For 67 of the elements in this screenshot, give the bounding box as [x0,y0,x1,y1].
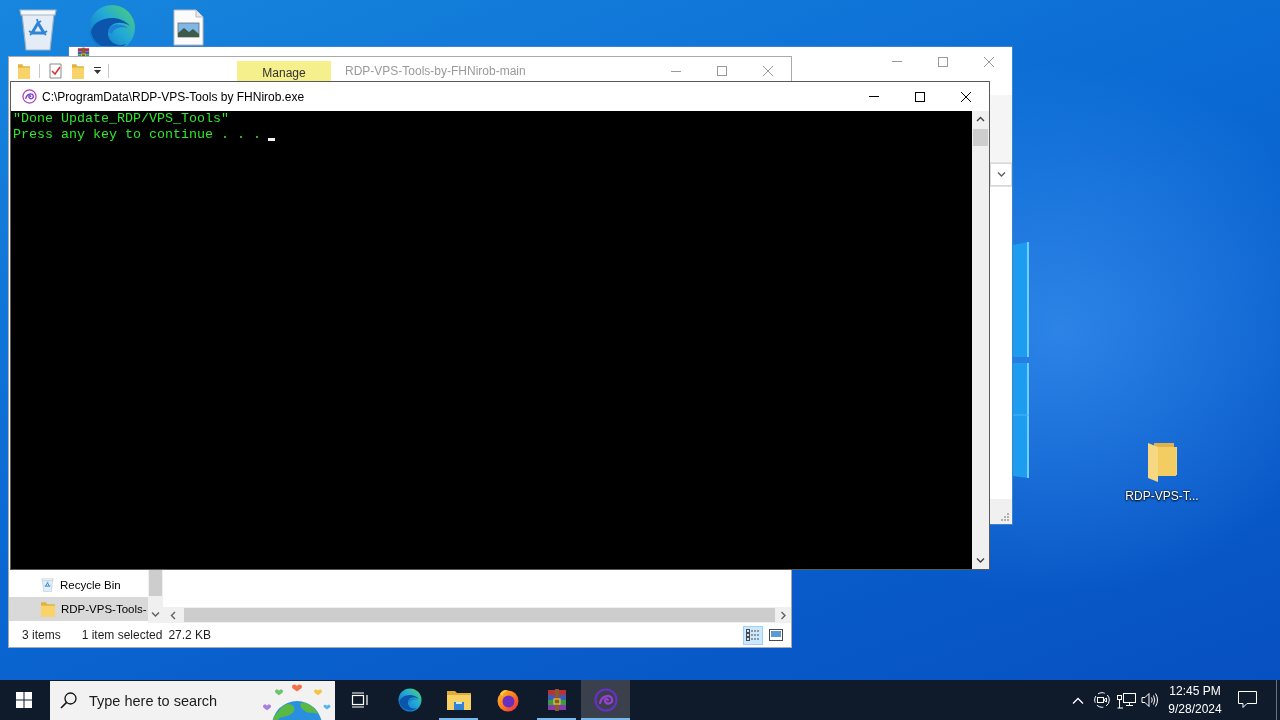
vertical-scrollbar[interactable] [972,111,989,569]
volume-icon [1141,692,1159,708]
selection-status: 1 item selected [81,628,163,642]
recycle-bin-icon[interactable] [18,8,58,51]
window-title: RDP-VPS-Tools-by-FHNirob-main [345,64,526,78]
image-file-icon[interactable] [170,9,206,46]
navigation-item-label: Recycle Bin [60,579,121,591]
scrollbar-thumb[interactable] [149,569,162,596]
dropdown-button[interactable] [990,163,1012,186]
cursor-icon [267,138,275,141]
minimize-icon [869,96,879,97]
caret-icon [93,67,102,75]
details-list-icon [746,628,760,642]
app-button[interactable] [581,680,630,720]
properties-button[interactable] [49,63,62,79]
selection-size: 27.2 KB [168,628,212,642]
scrollbar-thumb[interactable] [184,608,775,622]
folder-icon [72,63,84,79]
network-icon [1116,691,1136,709]
navigation-item-label: RDP-VPS-Tools- [61,603,147,615]
close-icon [763,66,773,76]
window-title: C:\ProgramData\RDP-VPS-Tools by FHNirob.exe [42,89,305,104]
chevron-down-icon [151,611,160,618]
browser-icon [397,688,422,712]
notification-icon [1237,691,1257,709]
console-text: "Done Update_RDP/VPS_Tools" [13,111,229,127]
chevron-up-icon [976,116,985,123]
camera-icon [1094,691,1110,709]
details-view-button[interactable] [743,625,763,645]
close-icon [984,56,994,67]
folder-icon [445,689,472,711]
item-count: 3 items [22,628,61,642]
search-icon [60,692,77,709]
folder-icon[interactable] [1146,441,1178,483]
vertical-scrollbar[interactable] [148,569,163,623]
horizontal-scrollbar[interactable] [163,607,791,623]
minimize-icon [671,70,681,72]
swirl-app-icon [593,688,618,712]
maximize-icon [717,66,727,76]
folder-icon [41,601,55,617]
folder-icon [18,63,30,79]
search-field[interactable]: Type here to search [89,692,239,709]
minimize-icon [892,61,902,62]
recycle-bin-icon [41,578,54,592]
search-bar[interactable]: Type here to search [50,681,335,720]
windows-logo-icon [16,692,32,708]
large-icons-icon [769,629,783,641]
chevron-up-icon [1072,696,1084,704]
task-view-icon [351,692,369,708]
clock[interactable]: 12:45 PM 9/28/2024 [1162,680,1228,720]
scrollbar-thumb[interactable] [973,129,988,146]
close-icon [961,91,971,102]
chevron-right-icon [779,610,787,620]
customize-toolbar-button[interactable] [93,67,102,75]
navigation-item[interactable]: RDP-VPS-Tools- [9,597,148,621]
desktop-item-label[interactable]: RDP-VPS-T... [1125,489,1199,503]
chevron-left-icon [170,610,177,620]
chevron-down-icon [996,171,1006,178]
console-text: Press any key to continue . . . [13,127,261,143]
maximize-icon [915,91,925,102]
ribbon-tab[interactable]: Manage [237,61,331,81]
navigation-item[interactable]: Recycle Bin [9,573,148,597]
swirl-app-icon [22,89,37,104]
fox-globe-icon [495,688,520,712]
resize-grip-icon [1001,513,1009,521]
chevron-down-icon [976,557,985,564]
maximize-icon [938,56,948,67]
